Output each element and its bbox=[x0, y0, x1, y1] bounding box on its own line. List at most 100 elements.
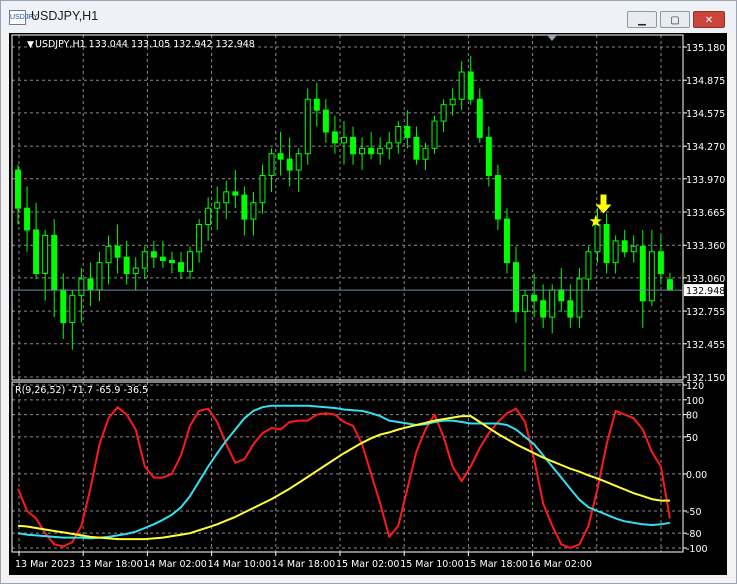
candle-bull bbox=[458, 71, 465, 100]
candle-bull bbox=[630, 245, 637, 253]
time-tick-label: 15 Mar 18:00 bbox=[464, 559, 527, 570]
candle-bear bbox=[241, 194, 248, 220]
candle-bear bbox=[467, 71, 474, 100]
candle-bear bbox=[567, 300, 574, 318]
candle-bear bbox=[513, 262, 520, 313]
indicator-pane-border bbox=[11, 381, 684, 553]
price-tick-label: 132.455 bbox=[686, 340, 725, 351]
candle-bull bbox=[440, 104, 447, 122]
candle-bear bbox=[33, 229, 40, 275]
candle-bull bbox=[377, 147, 384, 155]
close-button[interactable]: ✕ bbox=[693, 11, 725, 28]
candle-bear bbox=[87, 278, 94, 291]
candle-bull bbox=[132, 267, 139, 275]
price-tick-label: 133.360 bbox=[686, 241, 725, 252]
price-tick-label: 133.060 bbox=[686, 274, 725, 285]
candle-bear bbox=[60, 289, 67, 324]
candle-bear bbox=[15, 169, 21, 209]
indicator-tick-label: 120 bbox=[686, 381, 704, 392]
indicator-tick-label: 100 bbox=[686, 396, 704, 407]
time-tick-label: 15 Mar 02:00 bbox=[336, 559, 399, 570]
time-tick-label: 14 Mar 10:00 bbox=[208, 559, 271, 570]
candle-bull bbox=[205, 207, 212, 226]
candle-bear bbox=[621, 240, 628, 253]
candle-bull bbox=[295, 153, 302, 171]
price-tick-label: 133.665 bbox=[686, 208, 725, 219]
time-tick-label: 14 Mar 02:00 bbox=[143, 559, 206, 570]
chart-collapse-arrow[interactable]: ▼ bbox=[27, 40, 34, 50]
candle-bull bbox=[549, 289, 556, 318]
indicator-tick-label: 80 bbox=[686, 411, 698, 422]
candle-bear bbox=[558, 289, 565, 302]
chart-window: USDJPY USDJPY,H1 ▁ ▢ ✕ ★ 135.180 134.875 1… bbox=[0, 0, 737, 584]
indicator-tick-label: 50 bbox=[686, 433, 698, 444]
candle-bull bbox=[196, 224, 203, 253]
candle-bull bbox=[223, 191, 230, 204]
indicator-line-1 bbox=[17, 406, 671, 549]
candle-bear bbox=[123, 256, 130, 275]
chart-area[interactable]: ★ 135.180 134.875 134.575 134.270 133.970 133… bbox=[9, 33, 727, 575]
candle-bear bbox=[531, 294, 538, 302]
candle-bear bbox=[51, 234, 58, 291]
current-price-label: 132.948 bbox=[686, 286, 725, 297]
time-tick-label: 13 Mar 18:00 bbox=[79, 559, 142, 570]
candle-bull bbox=[648, 251, 655, 302]
chart-shift-marker[interactable] bbox=[547, 35, 557, 41]
candle-bull bbox=[576, 278, 583, 318]
price-tick-label: 134.270 bbox=[686, 142, 725, 153]
minimize-icon: ▁ bbox=[638, 15, 646, 26]
star-icon: ★ bbox=[589, 212, 603, 231]
candle-bear bbox=[24, 207, 31, 231]
candle-bull bbox=[187, 251, 194, 272]
price-tick-label: 134.575 bbox=[686, 109, 725, 120]
candle-bull bbox=[422, 147, 429, 160]
candle-bull bbox=[612, 240, 619, 264]
candle-bull bbox=[250, 202, 257, 220]
candle-bull bbox=[268, 153, 275, 177]
price-tick-label: 134.875 bbox=[686, 76, 725, 87]
candle-bull bbox=[69, 294, 76, 324]
candle-bear bbox=[322, 109, 329, 133]
candle-bull bbox=[585, 251, 592, 280]
candle-bull bbox=[431, 120, 438, 149]
axes: 135.180 134.875 134.575 134.270 133.970 133.6… bbox=[11, 34, 725, 570]
candle-bull bbox=[214, 202, 221, 209]
title-bar[interactable]: USDJPY USDJPY,H1 ▁ ▢ ✕ bbox=[1, 1, 736, 33]
candle-bear bbox=[114, 245, 121, 258]
candle-bull bbox=[141, 251, 148, 269]
candle-bear bbox=[666, 279, 673, 291]
candle-bull bbox=[304, 98, 311, 155]
candle-bear bbox=[277, 153, 284, 160]
candle-bull bbox=[78, 278, 85, 296]
price-header: USDJPY,H1 133.044 133.105 132.942 132.94… bbox=[35, 39, 255, 50]
indicator-tick-label: 0.00 bbox=[686, 470, 707, 481]
candle-bear bbox=[331, 131, 338, 144]
time-tick-label: 15 Mar 10:00 bbox=[400, 559, 463, 570]
candle-bull bbox=[340, 136, 347, 144]
candle-bear bbox=[540, 300, 547, 318]
candle-bear bbox=[404, 126, 411, 138]
maximize-button[interactable]: ▢ bbox=[660, 11, 690, 28]
maximize-icon: ▢ bbox=[670, 15, 680, 26]
candle-bear bbox=[503, 218, 510, 264]
candle-bear bbox=[159, 256, 166, 261]
price-pane-border bbox=[11, 34, 684, 381]
indicator-tick-label: -50 bbox=[686, 507, 702, 518]
price-tick-label: 133.970 bbox=[686, 175, 725, 186]
chart-svg: ★ 135.180 134.875 134.575 134.270 133.970 133… bbox=[11, 34, 725, 570]
time-tick-label: 16 Mar 02:00 bbox=[529, 559, 592, 570]
candle-bull bbox=[259, 175, 266, 204]
candle-bear bbox=[639, 245, 646, 302]
minimize-button[interactable]: ▁ bbox=[627, 11, 657, 28]
candles: ★ bbox=[15, 55, 673, 372]
candle-bear bbox=[603, 224, 610, 264]
candle-bull bbox=[386, 142, 393, 149]
indicator-tick-label: -100 bbox=[686, 544, 708, 555]
candle-bull bbox=[42, 234, 49, 275]
close-icon: ✕ bbox=[704, 15, 714, 26]
candle-bull bbox=[359, 147, 366, 155]
time-tick-label: 14 Mar 18:00 bbox=[272, 559, 335, 570]
candle-bear bbox=[150, 251, 157, 258]
window-title: USDJPY,H1 bbox=[31, 9, 99, 23]
indicator-line-3 bbox=[17, 415, 670, 541]
